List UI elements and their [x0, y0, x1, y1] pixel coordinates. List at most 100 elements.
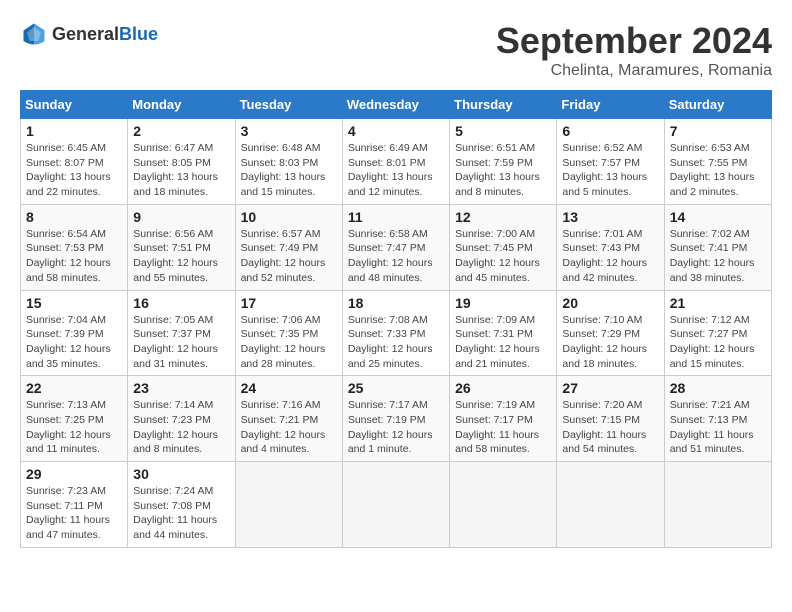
day-detail: Sunrise: 7:23 AMSunset: 7:11 PMDaylight:…: [26, 484, 122, 543]
calendar-cell: [450, 462, 557, 548]
calendar-cell: 21Sunrise: 7:12 AMSunset: 7:27 PMDayligh…: [664, 290, 771, 376]
day-number: 17: [241, 295, 337, 311]
calendar-cell: 10Sunrise: 6:57 AMSunset: 7:49 PMDayligh…: [235, 204, 342, 290]
day-detail: Sunrise: 7:06 AMSunset: 7:35 PMDaylight:…: [241, 313, 337, 372]
calendar-cell: 11 Sunrise: 6:58 AMSunset: 7:47 PMDayligh…: [342, 204, 449, 290]
day-number: 22: [26, 380, 122, 396]
page-header: GeneralBlue September 2024 Chelinta, Mar…: [20, 20, 772, 80]
calendar-cell: 5Sunrise: 6:51 AMSunset: 7:59 PMDaylight…: [450, 119, 557, 205]
calendar-cell: 6 Sunrise: 6:52 AMSunset: 7:57 PMDaylight…: [557, 119, 664, 205]
day-number: 5: [455, 123, 551, 139]
calendar-cell: [664, 462, 771, 548]
calendar-cell: 26 Sunrise: 7:19 AMSunset: 7:17 PMDayligh…: [450, 376, 557, 462]
col-sunday: Sunday: [21, 91, 128, 119]
day-number: 27: [562, 380, 658, 396]
day-number: 10: [241, 209, 337, 225]
logo-general: General: [52, 24, 119, 44]
day-number: 23: [133, 380, 229, 396]
day-detail: Sunrise: 7:24 AMSunset: 7:08 PMDaylight:…: [133, 484, 229, 543]
day-number: 26: [455, 380, 551, 396]
day-detail: Sunrise: 6:53 AMSunset: 7:55 PMDaylight:…: [670, 141, 766, 200]
logo: GeneralBlue: [20, 20, 158, 48]
week-row-4: 22 Sunrise: 7:13 AMSunset: 7:25 PMDayligh…: [21, 376, 772, 462]
calendar-cell: 22 Sunrise: 7:13 AMSunset: 7:25 PMDayligh…: [21, 376, 128, 462]
day-number: 24: [241, 380, 337, 396]
day-number: 30: [133, 466, 229, 482]
day-number: 6: [562, 123, 658, 139]
calendar-cell: 14 Sunrise: 7:02 AMSunset: 7:41 PMDayligh…: [664, 204, 771, 290]
calendar-title: September 2024: [496, 20, 772, 62]
day-detail: Sunrise: 7:14 AMSunset: 7:23 PMDaylight:…: [133, 398, 229, 457]
day-number: 14: [670, 209, 766, 225]
day-detail: Sunrise: 7:02 AMSunset: 7:41 PMDaylight:…: [670, 227, 766, 286]
day-number: 3: [241, 123, 337, 139]
day-detail: Sunrise: 7:05 AMSunset: 7:37 PMDaylight:…: [133, 313, 229, 372]
day-detail: Sunrise: 7:10 AMSunset: 7:29 PMDaylight:…: [562, 313, 658, 372]
day-number: 7: [670, 123, 766, 139]
col-saturday: Saturday: [664, 91, 771, 119]
day-detail: Sunrise: 7:16 AMSunset: 7:21 PMDaylight:…: [241, 398, 337, 457]
day-detail: Sunrise: 7:19 AMSunset: 7:17 PMDaylight:…: [455, 398, 551, 457]
logo-blue: Blue: [119, 24, 158, 44]
day-number: 15: [26, 295, 122, 311]
day-detail: Sunrise: 7:21 AMSunset: 7:13 PMDaylight:…: [670, 398, 766, 457]
day-detail: Sunrise: 7:20 AMSunset: 7:15 PMDaylight:…: [562, 398, 658, 457]
calendar-cell: 4 Sunrise: 6:49 AMSunset: 8:01 PMDaylight…: [342, 119, 449, 205]
day-detail: Sunrise: 6:58 AMSunset: 7:47 PMDaylight:…: [348, 227, 444, 286]
day-number: 16: [133, 295, 229, 311]
col-monday: Monday: [128, 91, 235, 119]
day-number: 19: [455, 295, 551, 311]
calendar-cell: 28 Sunrise: 7:21 AMSunset: 7:13 PMDayligh…: [664, 376, 771, 462]
calendar-cell: 30 Sunrise: 7:24 AMSunset: 7:08 PMDayligh…: [128, 462, 235, 548]
calendar-cell: 15 Sunrise: 7:04 AMSunset: 7:39 PMDayligh…: [21, 290, 128, 376]
calendar-cell: 29 Sunrise: 7:23 AMSunset: 7:11 PMDayligh…: [21, 462, 128, 548]
calendar-cell: 12 Sunrise: 7:00 AMSunset: 7:45 PMDayligh…: [450, 204, 557, 290]
calendar-cell: 3 Sunrise: 6:48 AMSunset: 8:03 PMDaylight…: [235, 119, 342, 205]
week-row-3: 15 Sunrise: 7:04 AMSunset: 7:39 PMDayligh…: [21, 290, 772, 376]
day-detail: Sunrise: 6:54 AMSunset: 7:53 PMDaylight:…: [26, 227, 122, 286]
calendar-cell: 19Sunrise: 7:09 AMSunset: 7:31 PMDayligh…: [450, 290, 557, 376]
calendar-cell: 1 Sunrise: 6:45 AMSunset: 8:07 PMDaylight…: [21, 119, 128, 205]
calendar-cell: [342, 462, 449, 548]
day-detail: Sunrise: 7:13 AMSunset: 7:25 PMDaylight:…: [26, 398, 122, 457]
day-detail: Sunrise: 7:00 AMSunset: 7:45 PMDaylight:…: [455, 227, 551, 286]
calendar-cell: 13Sunrise: 7:01 AMSunset: 7:43 PMDayligh…: [557, 204, 664, 290]
calendar-cell: 24 Sunrise: 7:16 AMSunset: 7:21 PMDayligh…: [235, 376, 342, 462]
day-number: 25: [348, 380, 444, 396]
col-friday: Friday: [557, 91, 664, 119]
calendar-cell: [235, 462, 342, 548]
day-detail: Sunrise: 6:49 AMSunset: 8:01 PMDaylight:…: [348, 141, 444, 200]
day-number: 28: [670, 380, 766, 396]
calendar-cell: [557, 462, 664, 548]
day-detail: Sunrise: 7:12 AMSunset: 7:27 PMDaylight:…: [670, 313, 766, 372]
calendar-cell: 25 Sunrise: 7:17 AMSunset: 7:19 PMDayligh…: [342, 376, 449, 462]
week-row-1: 1 Sunrise: 6:45 AMSunset: 8:07 PMDaylight…: [21, 119, 772, 205]
calendar-cell: 17 Sunrise: 7:06 AMSunset: 7:35 PMDayligh…: [235, 290, 342, 376]
col-tuesday: Tuesday: [235, 91, 342, 119]
calendar-cell: 8 Sunrise: 6:54 AMSunset: 7:53 PMDaylight…: [21, 204, 128, 290]
day-number: 4: [348, 123, 444, 139]
week-row-2: 8 Sunrise: 6:54 AMSunset: 7:53 PMDaylight…: [21, 204, 772, 290]
logo-icon: [20, 20, 48, 48]
day-detail: Sunrise: 7:08 AMSunset: 7:33 PMDaylight:…: [348, 313, 444, 372]
day-number: 13: [562, 209, 658, 225]
day-detail: Sunrise: 6:48 AMSunset: 8:03 PMDaylight:…: [241, 141, 337, 200]
day-number: 1: [26, 123, 122, 139]
day-number: 29: [26, 466, 122, 482]
title-area: September 2024 Chelinta, Maramures, Roma…: [496, 20, 772, 80]
day-detail: Sunrise: 7:17 AMSunset: 7:19 PMDaylight:…: [348, 398, 444, 457]
day-detail: Sunrise: 6:45 AMSunset: 8:07 PMDaylight:…: [26, 141, 122, 200]
week-row-5: 29 Sunrise: 7:23 AMSunset: 7:11 PMDayligh…: [21, 462, 772, 548]
day-number: 11: [348, 209, 444, 225]
day-number: 8: [26, 209, 122, 225]
day-number: 12: [455, 209, 551, 225]
calendar-cell: 2Sunrise: 6:47 AMSunset: 8:05 PMDaylight…: [128, 119, 235, 205]
day-number: 18: [348, 295, 444, 311]
col-wednesday: Wednesday: [342, 91, 449, 119]
col-thursday: Thursday: [450, 91, 557, 119]
day-detail: Sunrise: 6:56 AMSunset: 7:51 PMDaylight:…: [133, 227, 229, 286]
logo-text: GeneralBlue: [52, 24, 158, 45]
day-detail: Sunrise: 6:52 AMSunset: 7:57 PMDaylight:…: [562, 141, 658, 200]
calendar-table: Sunday Monday Tuesday Wednesday Thursday…: [20, 90, 772, 548]
day-detail: Sunrise: 7:04 AMSunset: 7:39 PMDaylight:…: [26, 313, 122, 372]
